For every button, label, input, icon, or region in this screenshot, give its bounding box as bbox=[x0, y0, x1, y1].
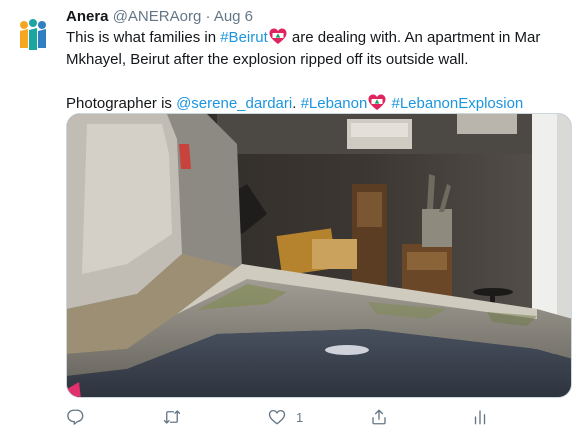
like-icon bbox=[268, 409, 286, 425]
lebanon-flag-heart-icon bbox=[368, 94, 386, 110]
tweet-photo[interactable] bbox=[66, 113, 572, 398]
tweet-date[interactable]: Aug 6 bbox=[214, 8, 253, 25]
retweet-button[interactable] bbox=[162, 408, 182, 426]
tweet-text: This is what families in #Beirut are dea… bbox=[66, 27, 566, 115]
share-button[interactable] bbox=[370, 408, 388, 426]
retweet-icon bbox=[163, 410, 181, 424]
analytics-icon bbox=[474, 410, 486, 425]
damaged-apartment-photo bbox=[67, 114, 571, 397]
like-count: 1 bbox=[296, 409, 304, 425]
tweet-header: Anera @ANERAorg · Aug 6 bbox=[66, 7, 253, 27]
hashtag-lebanon-explosion-link[interactable]: #LebanonExplosion bbox=[391, 95, 523, 112]
share-icon bbox=[372, 409, 386, 425]
author-handle[interactable]: @ANERAorg bbox=[113, 8, 202, 25]
lebanon-flag-heart-icon bbox=[269, 28, 287, 44]
photographer-prefix: Photographer is bbox=[66, 95, 177, 112]
tweet-text-part: This is what families in bbox=[66, 29, 221, 46]
reply-icon bbox=[67, 409, 84, 425]
tweet-text-part: . bbox=[292, 95, 297, 112]
separator-dot: · bbox=[205, 8, 211, 25]
hashtag-beirut-link[interactable]: #Beirut bbox=[220, 29, 268, 46]
reply-button[interactable] bbox=[66, 408, 84, 426]
anera-logo bbox=[20, 19, 46, 50]
like-button[interactable]: 1 bbox=[268, 408, 303, 426]
author-name[interactable]: Anera bbox=[66, 8, 109, 25]
mention-serene-dardari-link[interactable]: @serene_dardari bbox=[176, 95, 292, 112]
tweet-actions: 1 bbox=[66, 408, 536, 430]
hashtag-lebanon-link[interactable]: #Lebanon bbox=[301, 95, 368, 112]
author-avatar[interactable] bbox=[10, 12, 56, 58]
analytics-button[interactable] bbox=[471, 408, 489, 426]
